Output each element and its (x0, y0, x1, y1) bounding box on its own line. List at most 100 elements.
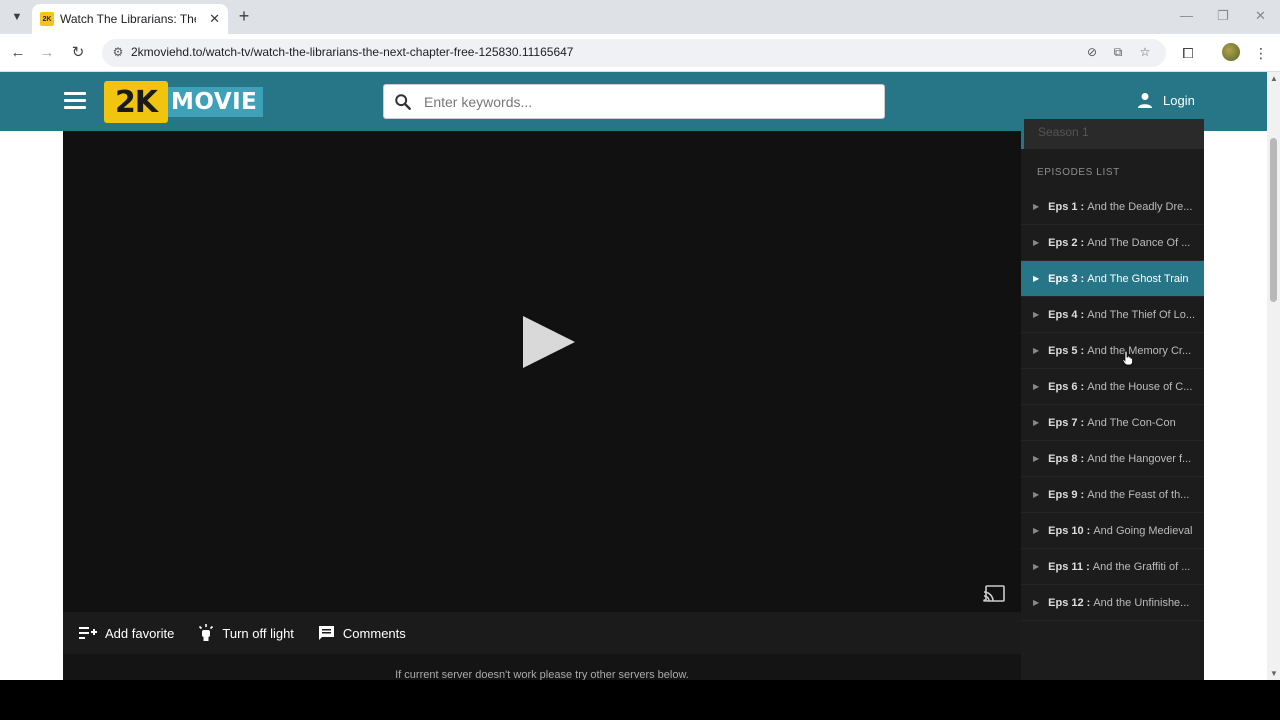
episode-number: Eps 6 : (1048, 380, 1085, 393)
episode-number: Eps 1 : (1048, 200, 1085, 213)
episode-item[interactable]: ▶ Eps 3 : And The Ghost Train (1021, 261, 1204, 297)
episode-item[interactable]: ▶ Eps 2 : And The Dance Of ... (1021, 225, 1204, 261)
address-url[interactable]: 2kmoviehd.to/watch-tv/watch-the-libraria… (131, 45, 573, 59)
logo-mark: 2K (104, 81, 168, 123)
reload-icon[interactable]: ↻ (68, 43, 88, 63)
address-bar[interactable]: ⚙ 2kmoviehd.to/watch-tv/watch-the-librar… (102, 39, 1166, 67)
episode-item[interactable]: ▶ Eps 11 : And the Graffiti of ... (1021, 549, 1204, 585)
episode-title: And the House of C... (1087, 380, 1193, 393)
login-label: Login (1163, 92, 1195, 108)
play-arrow-icon: ▶ (1033, 418, 1040, 427)
episodes-list: ▶ Eps 1 : And the Deadly Dre... ▶ Eps 2 : And… (1021, 189, 1204, 621)
browser-toolbar: ← → ↻ ⚙ 2kmoviehd.to/watch-tv/watch-the-… (0, 34, 1280, 72)
episode-item[interactable]: ▶ Eps 5 : And the Memory Cr... (1021, 333, 1204, 369)
new-tab-plus-icon[interactable]: + (234, 6, 254, 26)
play-arrow-icon: ▶ (1033, 310, 1040, 319)
play-arrow-icon: ▶ (1033, 346, 1040, 355)
extensions-puzzle-icon[interactable]: ⧠ (1178, 43, 1198, 63)
play-arrow-icon: ▶ (1033, 598, 1040, 607)
episode-item[interactable]: ▶ Eps 4 : And The Thief Of Lo... (1021, 297, 1204, 333)
episode-title: And the Hangover f... (1087, 452, 1192, 465)
restore-icon[interactable]: ❐ (1217, 8, 1229, 24)
add-favorite-button[interactable]: Add favorite (79, 626, 174, 641)
episode-title: And Going Medieval (1093, 524, 1193, 537)
comments-button[interactable]: Comments (318, 625, 406, 641)
page-scrollbar[interactable]: ▲ ▼ (1267, 72, 1280, 680)
season-selector[interactable]: Season 1 (1021, 119, 1204, 149)
login-button[interactable]: Login (1137, 92, 1195, 108)
episode-title: And the Memory Cr... (1087, 344, 1192, 357)
player-actions-bar: Add favorite Turn off light Comments (63, 612, 1021, 654)
episode-number: Eps 5 : (1048, 344, 1085, 357)
scroll-down-arrow-icon[interactable]: ▼ (1270, 669, 1278, 678)
user-icon (1138, 93, 1152, 108)
play-arrow-icon: ▶ (1033, 562, 1040, 571)
episode-number: Eps 2 : (1048, 236, 1085, 249)
episode-item[interactable]: ▶ Eps 12 : And the Unfinishe... (1021, 585, 1204, 621)
turn-off-light-label: Turn off light (222, 625, 294, 641)
play-arrow-icon: ▶ (1033, 490, 1040, 499)
minimize-icon[interactable]: — (1180, 8, 1193, 23)
browser-tabbar: ▼ 2K Watch The Librarians: The Next ✕ + … (0, 0, 1280, 34)
taskbar-area (0, 680, 1280, 720)
server-note: If current server doesn't work please tr… (63, 654, 1021, 680)
mouse-pointer-hand-icon (1122, 350, 1133, 366)
episode-item[interactable]: ▶ Eps 6 : And the House of C... (1021, 369, 1204, 405)
play-icon[interactable] (523, 316, 575, 368)
scrollbar-thumb[interactable] (1270, 138, 1277, 302)
forward-arrow-icon[interactable]: → (37, 43, 57, 63)
episode-item[interactable]: ▶ Eps 1 : And the Deadly Dre... (1021, 189, 1204, 225)
play-arrow-icon: ▶ (1033, 526, 1040, 535)
site-settings-icon[interactable]: ⚙ (110, 45, 126, 61)
episode-number: Eps 9 : (1048, 488, 1085, 501)
episode-item[interactable]: ▶ Eps 10 : And Going Medieval (1021, 513, 1204, 549)
tab-close-icon[interactable]: ✕ (209, 11, 220, 27)
episode-title: And the Graffiti of ... (1092, 560, 1191, 573)
episode-title: And The Thief Of Lo... (1087, 308, 1196, 321)
lightbulb-icon (199, 624, 214, 641)
playlist-add-icon (79, 627, 97, 639)
browser-menu-icon[interactable]: ⋮ (1251, 43, 1271, 63)
site-logo[interactable]: 2K MOVIE (104, 81, 264, 123)
turn-off-light-button[interactable]: Turn off light (198, 624, 294, 642)
search-input[interactable] (424, 91, 874, 113)
episode-title: And The Con-Con (1087, 416, 1176, 429)
episode-number: Eps 11 : (1048, 560, 1090, 573)
episode-title: And The Dance Of ... (1087, 236, 1191, 249)
play-arrow-icon: ▶ (1033, 274, 1040, 283)
episode-item[interactable]: ▶ Eps 8 : And the Hangover f... (1021, 441, 1204, 477)
bookmark-star-icon[interactable]: ☆ (1137, 45, 1153, 61)
episode-title: And the Feast of th... (1087, 488, 1190, 501)
episode-number: Eps 3 : (1048, 272, 1085, 285)
site-favicon-icon: 2K (40, 12, 54, 26)
episode-number: Eps 7 : (1048, 416, 1085, 429)
profile-avatar[interactable] (1222, 43, 1240, 61)
cast-icon[interactable] (983, 585, 1005, 603)
comments-label: Comments (342, 625, 406, 641)
episode-number: Eps 4 : (1048, 308, 1085, 321)
play-arrow-icon: ▶ (1033, 382, 1040, 391)
episode-item[interactable]: ▶ Eps 7 : And The Con-Con (1021, 405, 1204, 441)
scroll-up-arrow-icon[interactable]: ▲ (1270, 74, 1278, 83)
web-page: 2K MOVIE Login (0, 72, 1267, 680)
window-close-icon[interactable]: ✕ (1255, 8, 1266, 24)
video-player[interactable] (63, 131, 1021, 612)
episode-item[interactable]: ▶ Eps 9 : And the Feast of th... (1021, 477, 1204, 513)
tab-title: Watch The Librarians: The Next (60, 12, 196, 26)
popup-blocked-icon[interactable]: ⧉ (1110, 45, 1126, 61)
episode-title: And the Deadly Dre... (1087, 200, 1193, 213)
comment-icon (318, 626, 334, 640)
episodes-list-header: EPISODES LIST (1037, 167, 1120, 178)
back-arrow-icon[interactable]: ← (8, 43, 28, 63)
browser-tab-active[interactable]: 2K Watch The Librarians: The Next ✕ (32, 4, 228, 34)
hamburger-menu-icon[interactable] (64, 92, 86, 110)
play-arrow-icon: ▶ (1033, 454, 1040, 463)
tab-search-chevron-icon[interactable]: ▼ (6, 6, 28, 28)
search-box (383, 84, 885, 119)
logo-word: MOVIE (168, 87, 264, 117)
search-icon[interactable] (394, 93, 412, 111)
episode-number: Eps 10 : (1048, 524, 1091, 537)
camera-blocked-icon[interactable]: ⊘ (1084, 45, 1100, 61)
episode-number: Eps 8 : (1048, 452, 1085, 465)
play-arrow-icon: ▶ (1033, 238, 1040, 247)
